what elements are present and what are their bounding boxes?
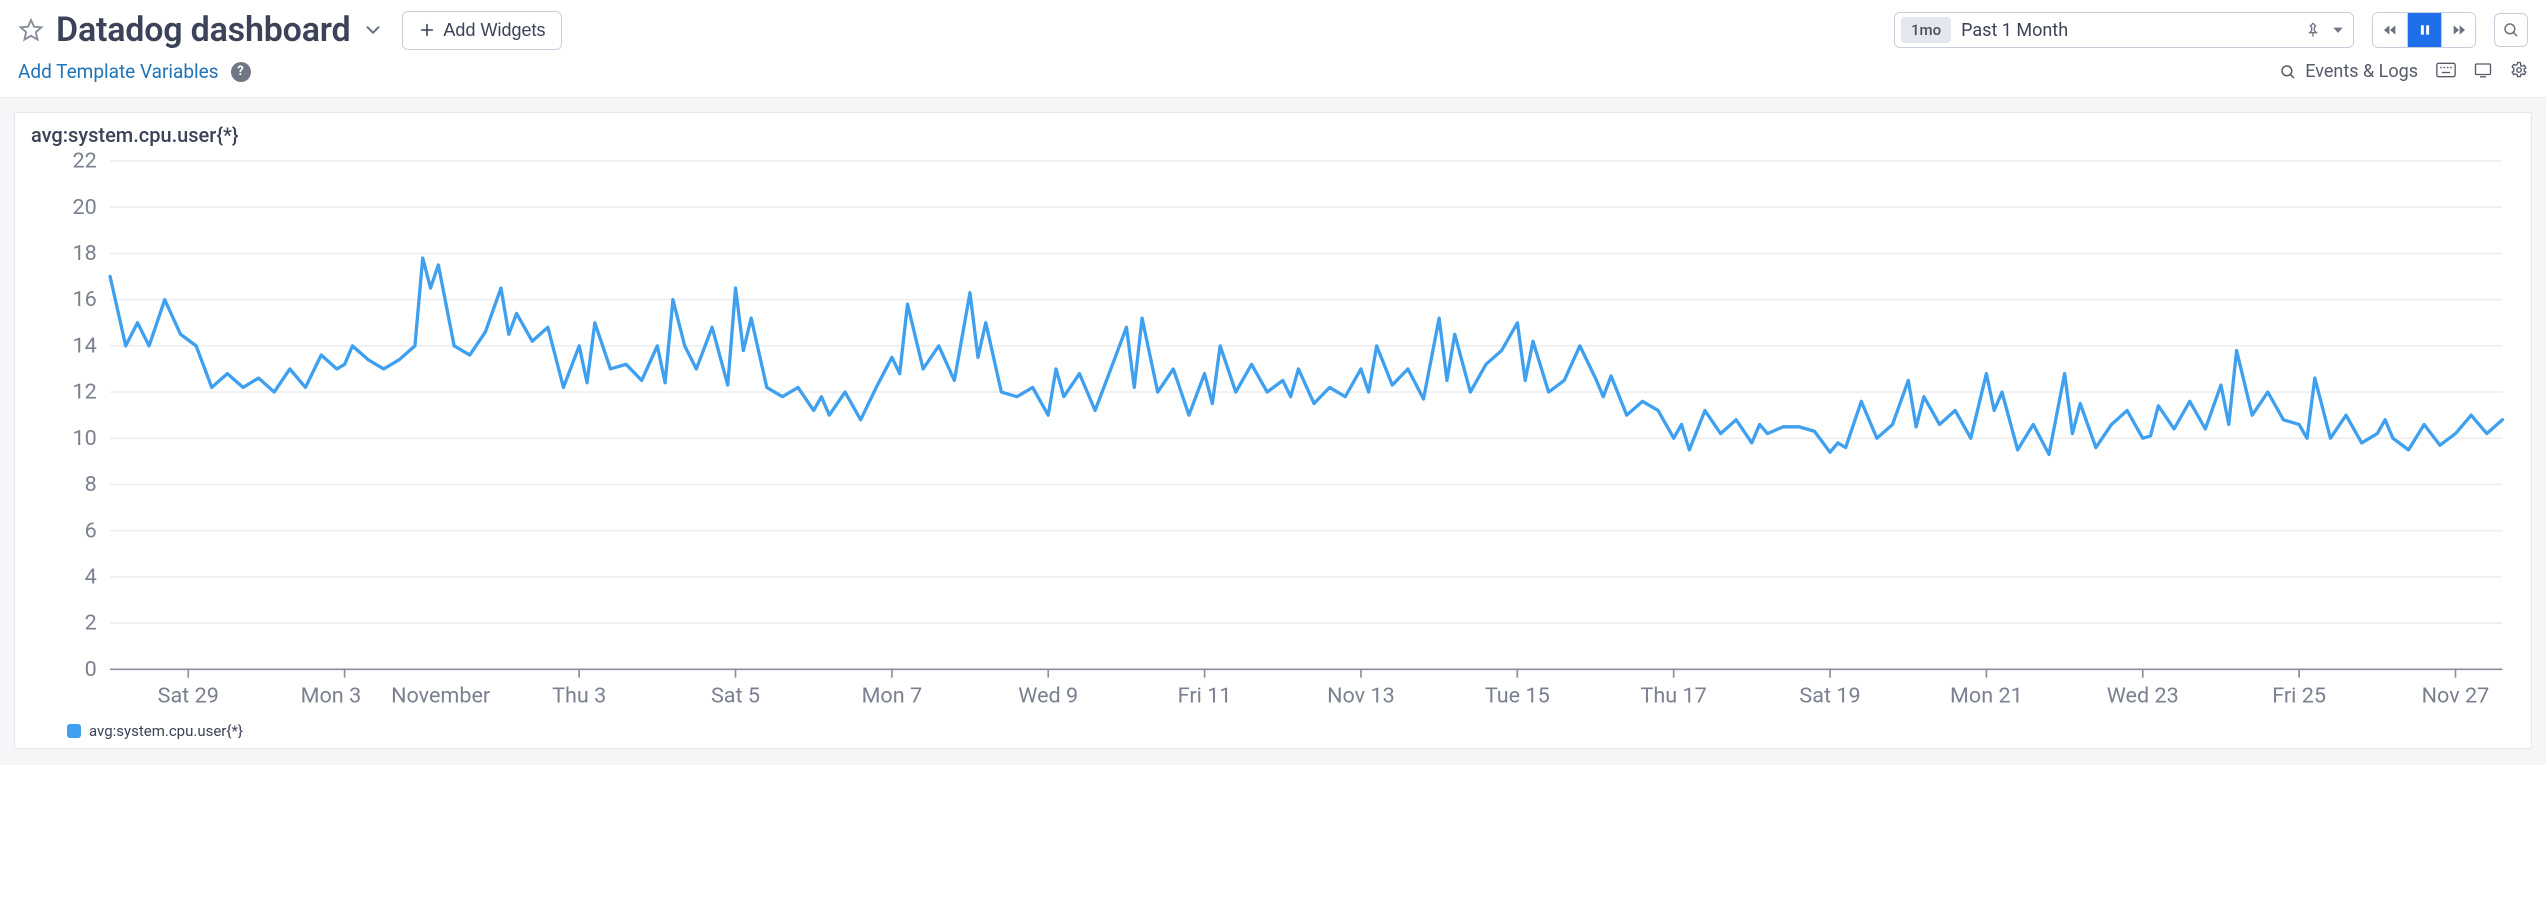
keyboard-shortcuts-icon[interactable] [2436,62,2456,82]
timeseries-widget[interactable]: avg:system.cpu.user{*} 0 2 4 6 8 10 12 14 16 18 20… [14,112,2532,749]
svg-text:18: 18 [73,241,97,266]
time-playback-controls [2372,12,2476,48]
widget-title: avg:system.cpu.user{*} [31,123,2519,147]
svg-text:12: 12 [73,380,97,405]
svg-text:14: 14 [73,333,97,358]
svg-text:Mon 21: Mon 21 [1950,684,2023,709]
legend-series-label: avg:system.cpu.user{*} [89,722,243,740]
svg-text:4: 4 [85,565,97,590]
dashboard-canvas: avg:system.cpu.user{*} 0 2 4 6 8 10 12 14 16 18 20… [0,97,2546,765]
time-range-label: Past 1 Month [1961,20,2068,41]
fullscreen-icon[interactable] [2474,62,2492,82]
events-and-logs-label: Events & Logs [2305,61,2418,82]
svg-text:Wed 23: Wed 23 [2107,684,2179,709]
pin-icon[interactable] [2305,22,2321,38]
chart-legend: avg:system.cpu.user{*} [27,716,2519,740]
svg-text:Mon 7: Mon 7 [862,684,923,709]
plus-icon [419,22,435,38]
svg-text:2: 2 [85,611,97,636]
svg-text:Fri 11: Fri 11 [1178,684,1232,709]
svg-text:10: 10 [73,426,97,451]
svg-text:Fri 25: Fri 25 [2272,684,2326,709]
search-icon [2279,63,2297,81]
title-dropdown-chevron-icon[interactable] [362,19,384,41]
svg-text:Nov 27: Nov 27 [2422,684,2490,709]
help-icon[interactable]: ? [231,62,251,82]
svg-text:8: 8 [85,472,97,497]
magnifier-icon [2502,21,2520,39]
step-back-button[interactable] [2373,13,2407,47]
dashboard-header: Datadog dashboard Add Widgets 1mo Past 1… [0,0,2546,58]
step-forward-button[interactable] [2441,13,2475,47]
svg-text:16: 16 [73,287,97,312]
svg-text:Wed 9: Wed 9 [1018,684,1078,709]
add-widgets-label: Add Widgets [443,20,545,41]
svg-text:22: 22 [73,151,97,174]
svg-text:Tue 15: Tue 15 [1485,684,1550,709]
svg-text:Sat 29: Sat 29 [158,684,219,709]
svg-text:Mon 3: Mon 3 [301,684,362,709]
legend-swatch [67,724,81,738]
svg-text:Thu 17: Thu 17 [1641,684,1707,709]
zoom-search-button[interactable] [2494,13,2528,47]
chart-plot-area[interactable]: 0 2 4 6 8 10 12 14 16 18 20 22 Sat 29 Mon 3 November Th… [27,151,2519,716]
pause-button[interactable] [2407,13,2441,47]
svg-text:Sat 19: Sat 19 [1799,684,1860,709]
dropdown-caret-icon[interactable] [2331,23,2345,37]
svg-text:0: 0 [85,657,97,682]
add-widgets-button[interactable]: Add Widgets [402,11,562,50]
svg-text:Nov 13: Nov 13 [1327,684,1395,709]
svg-text:6: 6 [85,518,97,543]
svg-text:Thu 3: Thu 3 [552,684,606,709]
dashboard-subheader: Add Template Variables ? Events & Logs [0,58,2546,97]
page-title: Datadog dashboard [56,10,350,50]
add-template-variables-link[interactable]: Add Template Variables [18,60,219,83]
time-range-pill: 1mo [1901,17,1951,43]
svg-text:Sat 5: Sat 5 [711,684,760,709]
svg-text:November: November [391,684,490,709]
time-range-picker[interactable]: 1mo Past 1 Month [1894,12,2354,48]
settings-gear-icon[interactable] [2510,61,2528,83]
svg-text:20: 20 [73,195,97,220]
events-and-logs-button[interactable]: Events & Logs [2279,61,2418,82]
star-icon[interactable] [18,17,44,43]
